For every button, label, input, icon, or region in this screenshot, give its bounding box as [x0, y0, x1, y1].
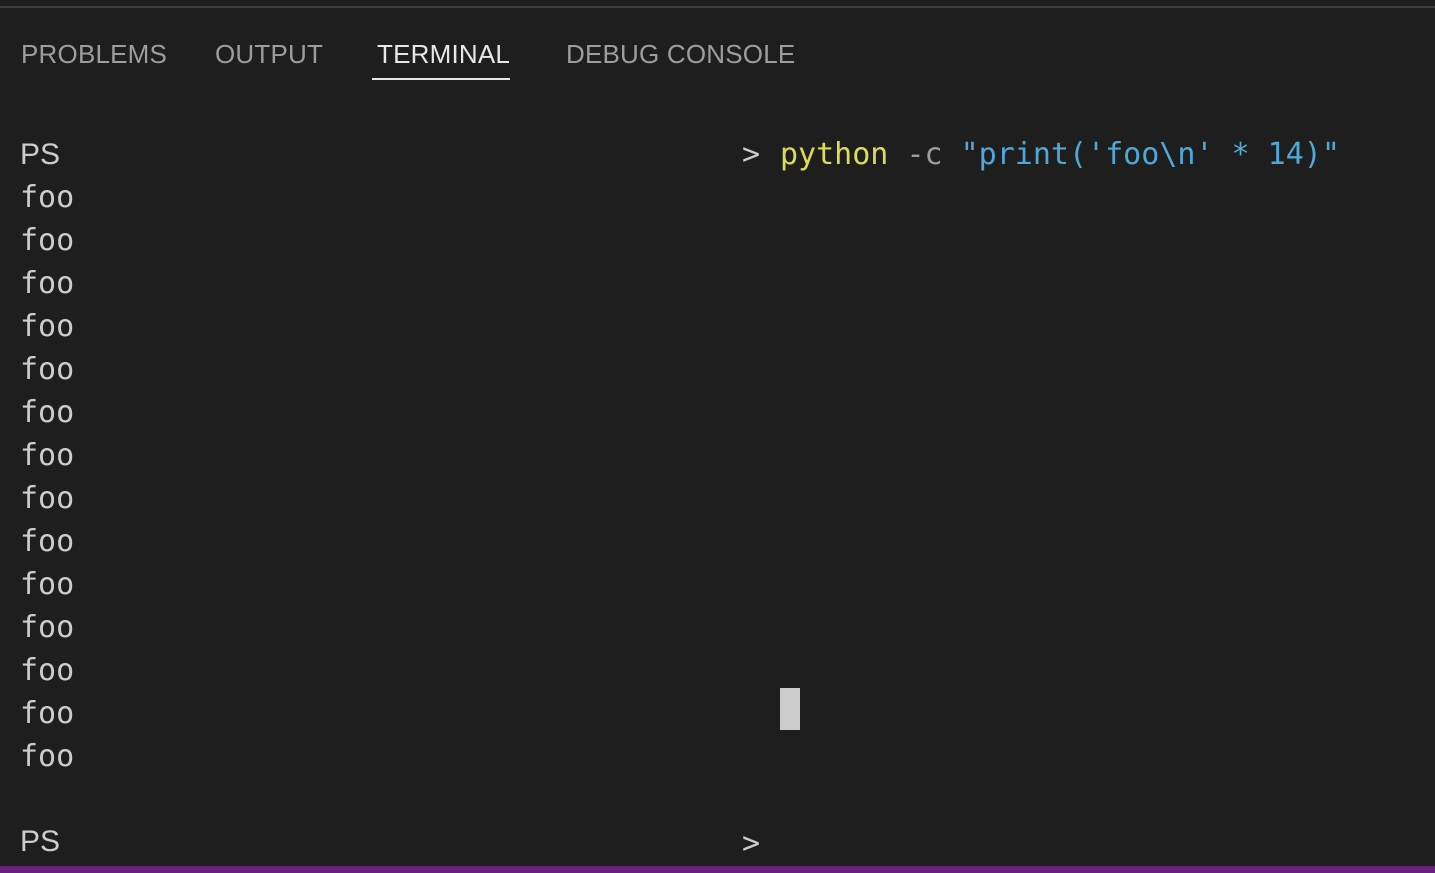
output-line: foo: [20, 739, 75, 774]
terminal-output-area[interactable]: PS > python -c "print('foo\n' * 14)" foo…: [0, 130, 1435, 865]
panel-top-border: [0, 6, 1435, 8]
panel-tab-bar: PROBLEMS OUTPUT TERMINAL DEBUG CONSOLE: [0, 34, 1435, 84]
status-bar: [0, 866, 1435, 873]
output-line: foo: [20, 266, 75, 301]
output-line: foo: [20, 438, 75, 473]
terminal-cursor-block: [780, 688, 800, 730]
prompt-gt-current: >: [742, 826, 761, 861]
tab-output[interactable]: OUTPUT: [215, 34, 323, 80]
output-line: foo: [20, 481, 75, 516]
command-line: python -c "print('foo\n' * 14)": [780, 133, 1340, 176]
command-argument: "print('foo\n' * 14)": [960, 137, 1340, 172]
output-line: foo: [20, 395, 75, 430]
prompt-gt: >: [742, 137, 761, 172]
tab-problems[interactable]: PROBLEMS: [21, 34, 167, 80]
output-line: foo: [20, 653, 75, 688]
output-line: foo: [20, 696, 75, 731]
output-line: foo: [20, 180, 75, 215]
command-flag: -c: [906, 137, 943, 172]
output-line: foo: [20, 524, 75, 559]
tab-terminal[interactable]: TERMINAL: [377, 34, 510, 80]
prompt-ps-label: PS: [20, 138, 61, 171]
command-program: python: [780, 137, 889, 172]
active-tab-indicator: [372, 78, 510, 80]
output-line: foo: [20, 352, 75, 387]
tab-debug-console[interactable]: DEBUG CONSOLE: [566, 34, 795, 80]
terminal-panel: PROBLEMS OUTPUT TERMINAL DEBUG CONSOLE P…: [0, 0, 1435, 873]
prompt-ps-label-current: PS: [20, 825, 61, 858]
output-line: foo: [20, 567, 75, 602]
output-line: foo: [20, 309, 75, 344]
output-line: foo: [20, 223, 75, 258]
output-line: foo: [20, 610, 75, 645]
